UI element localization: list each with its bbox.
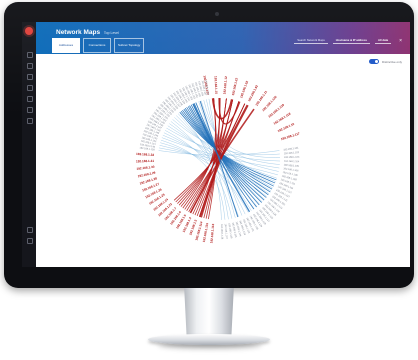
node-label[interactable]: 192.168.1.103 (284, 156, 300, 159)
close-icon[interactable]: × (399, 38, 402, 44)
grid-icon[interactable] (27, 63, 33, 69)
header-filters: Search Network Maps Hostname & IP address… (294, 37, 402, 44)
chord-diagram: 192.168.1.107 192.168.1.15 192.168.1.12 192… (136, 75, 301, 243)
node-label[interactable]: 192.168.1.117 (280, 131, 300, 141)
home-icon[interactable] (27, 52, 33, 58)
settings-icon[interactable] (27, 107, 33, 113)
node-label[interactable]: 192.168.1.115 (202, 222, 209, 242)
tab-connections[interactable]: Connections (83, 38, 111, 53)
node-label[interactable]: 192.168.1.102 (284, 151, 300, 155)
share-icon[interactable] (27, 85, 33, 91)
node-label[interactable]: 192.168.1.138 (220, 224, 224, 240)
filter-0[interactable]: Search Network Maps (294, 37, 328, 44)
tab-subnet-topology[interactable]: Subnet Topology (114, 38, 145, 53)
node-label[interactable]: 192.168.1.10 (277, 122, 295, 133)
node-label[interactable]: 192.168.1.30 (136, 165, 155, 171)
layers-icon[interactable] (27, 96, 33, 102)
page-title-text: Network Maps (56, 29, 101, 36)
monitor-bezel: Network Maps Top Level Addresses Connecti… (4, 2, 414, 288)
users-icon[interactable] (27, 118, 33, 124)
app-logo-icon[interactable] (25, 27, 33, 35)
app-header: Network Maps Top Level Addresses Connecti… (36, 22, 410, 54)
filter-2[interactable]: All data (374, 37, 392, 44)
node-label[interactable]: 192.168.1.116 (209, 223, 215, 243)
network-chord-chart: 192.168.1.107 192.168.1.15 192.168.1.12 192… (36, 54, 410, 267)
filter-1[interactable]: Hostname & IP address (332, 37, 370, 44)
logout-icon[interactable] (27, 238, 33, 244)
app-sidebar (22, 22, 36, 267)
screen: Network Maps Top Level Addresses Connecti… (22, 22, 410, 267)
chord-link[interactable] (188, 105, 229, 220)
page-title: Network Maps Top Level (56, 29, 119, 36)
chord-ribbons (158, 97, 280, 220)
tab-addresses[interactable]: Addresses (52, 38, 80, 53)
node-label[interactable]: 192.168.1.31 (136, 159, 154, 164)
monitor-stand-base (148, 334, 270, 345)
monitor-stand-neck (184, 288, 234, 338)
page-subtitle: Top Level (103, 31, 119, 35)
tab-bar: Addresses Connections Subnet Topology (52, 38, 145, 53)
node-label[interactable]: 192.168.1.32 (136, 152, 155, 157)
webcam (215, 12, 219, 16)
node-label[interactable]: 192.168.1.22 (231, 77, 239, 96)
chord-link[interactable] (188, 105, 229, 220)
node-label[interactable]: 192.168.1.52 (239, 80, 249, 99)
node-label[interactable]: 192.168.1.12 (222, 76, 228, 95)
node-label[interactable]: 192.168.1.15 (214, 76, 219, 95)
list-icon[interactable] (27, 74, 33, 80)
help-icon[interactable] (27, 227, 33, 233)
